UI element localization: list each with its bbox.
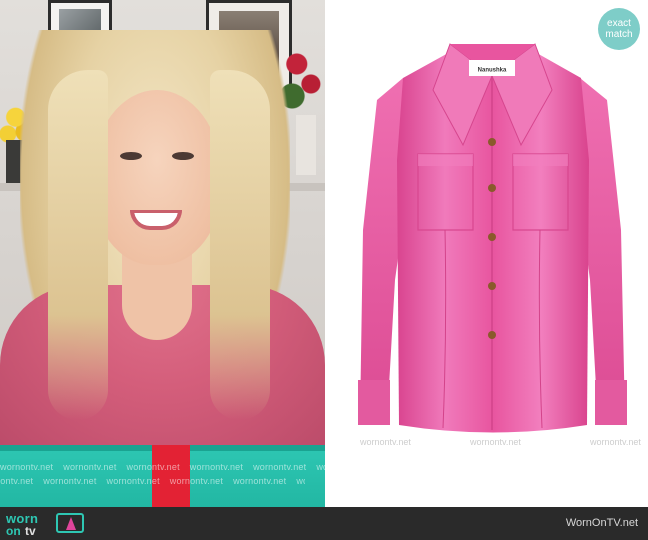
shirt-button bbox=[488, 184, 496, 192]
tv-dress-icon bbox=[56, 513, 84, 533]
shirt-button bbox=[488, 233, 496, 241]
brand-label: Nanushka bbox=[478, 68, 507, 74]
wornontv-logo[interactable]: worn on tv bbox=[6, 511, 86, 538]
logo-text-tv: tv bbox=[25, 524, 36, 538]
right-cuff bbox=[595, 380, 627, 425]
exact-match-badge: exact match bbox=[598, 8, 640, 50]
product-shirt-image[interactable]: Nanushka bbox=[355, 30, 630, 455]
shirt-button bbox=[488, 138, 496, 146]
video-still: wornontv.net wornontv.net wornontv.net worn… bbox=[0, 0, 325, 507]
watermark-row: wornontv.networnontv.networnontv.networn… bbox=[0, 476, 305, 486]
site-name[interactable]: WornOnTV.net bbox=[566, 517, 638, 529]
flower-pot bbox=[296, 115, 316, 175]
footer-bar: worn on tv WornOnTV.net bbox=[0, 507, 648, 540]
face bbox=[92, 90, 222, 265]
watermark-row: wornontv.networnontv.networnontv.networn… bbox=[0, 462, 325, 472]
tv-ticker-bar: wornontv.net wornontv.net wornontv.net worn… bbox=[0, 445, 325, 507]
eye bbox=[120, 152, 142, 160]
watermark: wornontv.net bbox=[590, 437, 641, 447]
hair-strand bbox=[210, 70, 270, 420]
shirt-button bbox=[488, 282, 496, 290]
watermark: wornontv.net bbox=[360, 437, 411, 447]
eye bbox=[172, 152, 194, 160]
hair-strand bbox=[48, 70, 108, 420]
smile bbox=[130, 210, 182, 230]
logo-text-on: on bbox=[6, 524, 21, 538]
shirt-button bbox=[488, 331, 496, 339]
shirt-body bbox=[397, 52, 589, 433]
watermark: wornontv.net bbox=[470, 437, 521, 447]
left-cuff bbox=[358, 380, 390, 425]
